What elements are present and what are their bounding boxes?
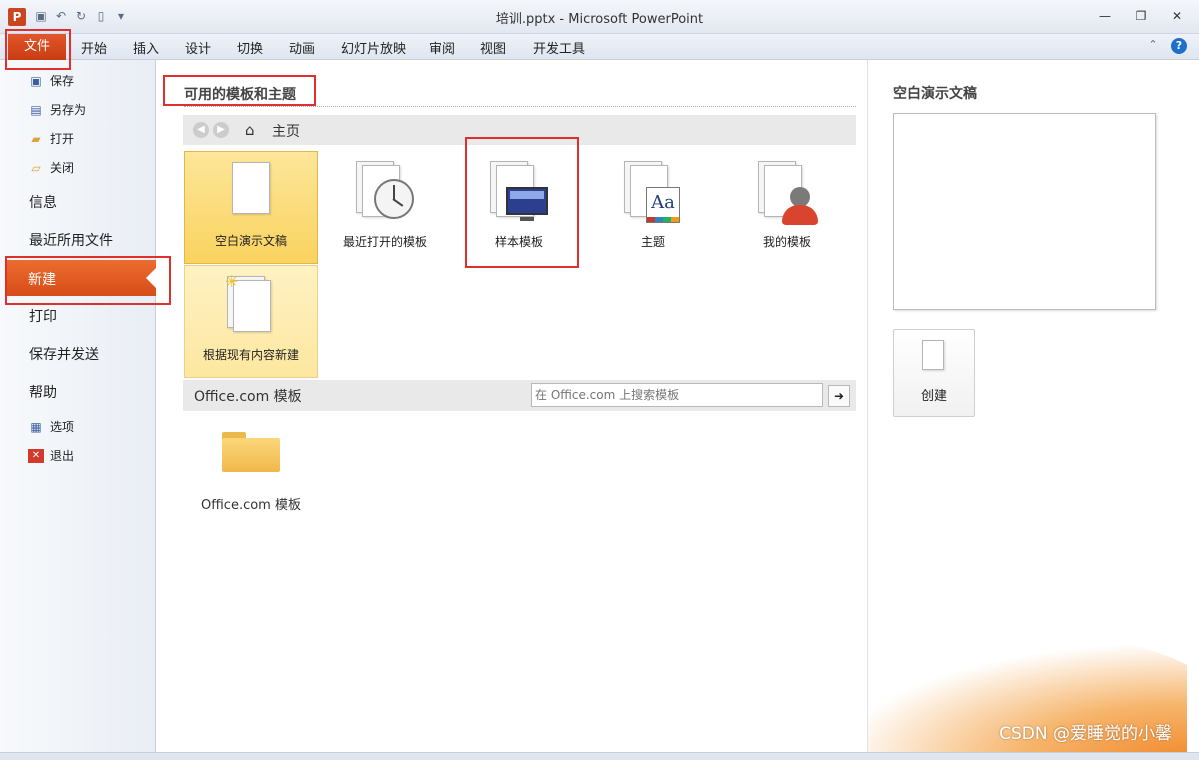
options-icon: ▦	[30, 419, 42, 434]
tab-slideshow[interactable]: 幻灯片放映	[341, 38, 406, 57]
tab-file[interactable]: 文件	[8, 34, 66, 60]
tile-my-templates[interactable]: 我的模板	[720, 151, 854, 264]
tile-blank-presentation[interactable]: 空白演示文稿	[184, 151, 318, 264]
back-arrow-icon[interactable]: ◀	[193, 122, 209, 138]
nav-close-label: 关闭	[50, 161, 75, 175]
nav-print[interactable]: 打印	[29, 306, 57, 326]
minimize-icon[interactable]: —	[1097, 8, 1113, 24]
tile-recent-templates[interactable]: 最近打开的模板	[318, 151, 452, 264]
nav-recent[interactable]: 最近所用文件	[29, 230, 113, 250]
tile-label: 主题	[640, 235, 665, 249]
sparkle-icon: ✳	[225, 272, 239, 291]
status-bar	[0, 752, 1199, 760]
nav-open[interactable]: ▰ 打开	[28, 130, 74, 147]
available-templates-title: 可用的模板和主题	[184, 87, 296, 103]
nav-close[interactable]: ▱ 关闭	[28, 159, 74, 176]
tab-animations[interactable]: 动画	[289, 38, 315, 57]
tile-label: 空白演示文稿	[214, 234, 287, 248]
nav-options[interactable]: ▦ 选项	[28, 418, 74, 435]
my-templates-person-icon	[758, 161, 818, 225]
office-templates-title: Office.com 模板	[194, 389, 302, 405]
nav-open-label: 打开	[50, 132, 75, 146]
sample-templates-monitor-icon	[490, 161, 548, 221]
blank-document-icon	[922, 340, 944, 370]
collapse-ribbon-icon[interactable]: ⌃	[1145, 38, 1161, 54]
history-nav: ◀ ▶	[193, 122, 229, 138]
save-as-icon: ▤	[30, 102, 42, 117]
preview-pane: 空白演示文稿 创建 CSDN @爱睡觉的小馨	[867, 60, 1187, 752]
nav-options-label: 选项	[50, 420, 75, 434]
office-templates-bar: Office.com 模板 ➜	[183, 380, 856, 411]
recent-templates-clock-icon	[356, 161, 414, 219]
forward-arrow-icon[interactable]: ▶	[213, 122, 229, 138]
nav-info[interactable]: 信息	[29, 192, 57, 212]
nav-save[interactable]: ▣ 保存	[28, 72, 74, 89]
backstage-nav: ▣ 保存 ▤ 另存为 ▰ 打开 ▱ 关闭 信息 最近所用文件 新建 打印 保存并…	[0, 60, 156, 752]
restore-icon[interactable]: ❐	[1133, 8, 1149, 24]
ribbon-right-controls: ⌃ ?	[1145, 38, 1187, 54]
nav-exit[interactable]: ✕ 退出	[28, 447, 74, 464]
nav-save-label: 保存	[50, 74, 75, 88]
section-divider	[184, 106, 856, 107]
arrow-right-icon: ➜	[833, 389, 845, 403]
save-icon: ▣	[30, 73, 42, 88]
tile-new-from-existing[interactable]: ✳ 根据现有内容新建	[184, 265, 318, 378]
open-folder-icon: ▰	[31, 131, 41, 146]
search-go-button[interactable]: ➜	[828, 385, 850, 407]
office-templates-folder[interactable]: Office.com 模板	[190, 420, 312, 520]
nav-exit-label: 退出	[50, 449, 75, 463]
nav-help[interactable]: 帮助	[29, 382, 57, 402]
tile-label: 根据现有内容新建	[202, 348, 299, 362]
close-folder-icon: ▱	[31, 160, 41, 175]
office-template-search-input[interactable]	[531, 383, 823, 407]
close-icon[interactable]: ✕	[1169, 8, 1185, 24]
tab-developer[interactable]: 开发工具	[533, 38, 585, 57]
nav-save-as[interactable]: ▤ 另存为	[28, 101, 86, 118]
breadcrumb-home[interactable]: 主页	[272, 121, 300, 141]
folder-icon	[222, 432, 280, 472]
title-bar: P ▣ ↶ ↻ ▯ ▾ 培训.pptx - Microsoft PowerPoi…	[0, 0, 1199, 34]
themes-aa-icon: Aa	[624, 161, 680, 223]
tab-review[interactable]: 审阅	[429, 38, 455, 57]
window-title: 培训.pptx - Microsoft PowerPoint	[495, 12, 704, 27]
ribbon-tab-bar: 文件 开始 插入 设计 切换 动画 幻灯片放映 审阅 视图 开发工具 ⌃ ?	[0, 34, 1199, 60]
blank-document-icon	[231, 162, 271, 216]
window-controls: — ❐ ✕	[1097, 8, 1185, 24]
nav-save-as-label: 另存为	[50, 103, 87, 117]
preview-title: 空白演示文稿	[893, 86, 977, 102]
exit-icon: ✕	[28, 448, 44, 463]
nav-new[interactable]: 新建	[6, 260, 156, 296]
tab-insert[interactable]: 插入	[133, 38, 159, 57]
create-label: 创建	[920, 389, 947, 404]
tile-themes[interactable]: Aa 主题	[586, 151, 720, 264]
template-breadcrumb-bar: ◀ ▶ ⌂ 主页	[183, 115, 856, 145]
preview-thumbnail	[893, 113, 1156, 310]
nav-new-label: 新建	[28, 272, 56, 288]
help-icon[interactable]: ?	[1171, 38, 1187, 54]
create-button[interactable]: 创建	[893, 329, 975, 417]
nav-save-send[interactable]: 保存并发送	[29, 344, 99, 364]
tab-view[interactable]: 视图	[480, 38, 506, 57]
tab-home[interactable]: 开始	[81, 38, 107, 57]
tab-design[interactable]: 设计	[185, 38, 211, 57]
new-from-existing-icon: ✳	[225, 272, 271, 332]
home-icon[interactable]: ⌂	[245, 121, 255, 139]
tile-label: 样本模板	[494, 235, 543, 249]
tile-label: 我的模板	[762, 235, 811, 249]
watermark: CSDN @爱睡觉的小馨	[999, 724, 1172, 744]
folder-label: Office.com 模板	[201, 498, 301, 513]
tile-label: 最近打开的模板	[342, 235, 427, 249]
tab-transitions[interactable]: 切换	[237, 38, 263, 57]
tile-sample-templates[interactable]: 样本模板	[452, 151, 586, 264]
